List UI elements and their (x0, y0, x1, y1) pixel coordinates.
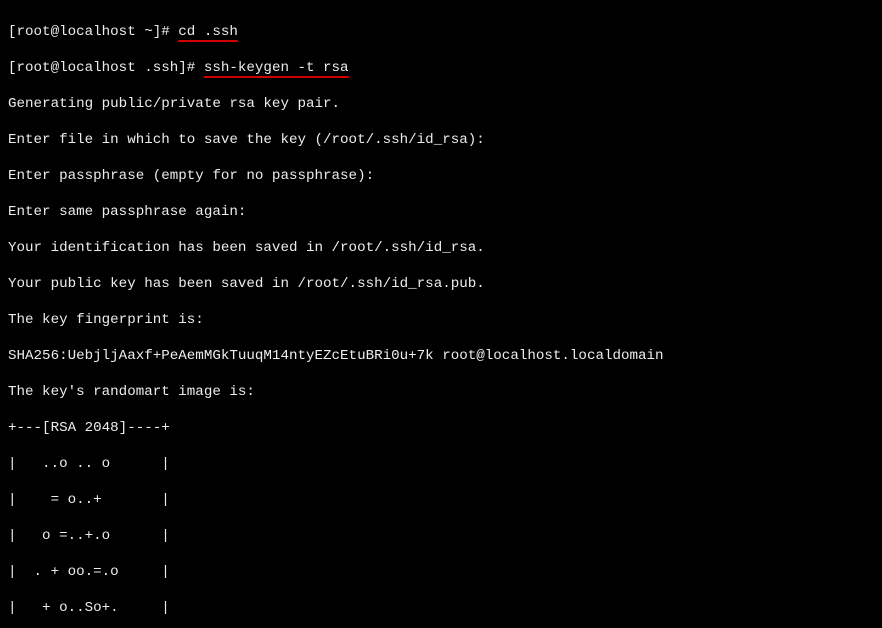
output: The key's randomart image is: (8, 383, 874, 401)
randomart: | ..o .. o | (8, 455, 874, 473)
line-cmd-keygen: [root@localhost .ssh]# ssh-keygen -t rsa (8, 59, 874, 77)
randomart: | . + oo.=.o | (8, 563, 874, 581)
output: The key fingerprint is: (8, 311, 874, 329)
prompt: [root@localhost .ssh]# (8, 60, 195, 76)
cmd-cd: cd .ssh (178, 24, 238, 40)
randomart: | = o..+ | (8, 491, 874, 509)
output: Your public key has been saved in /root/… (8, 275, 874, 293)
randomart: | o =..+.o | (8, 527, 874, 545)
randomart: +---[RSA 2048]----+ (8, 419, 874, 437)
output: Your identification has been saved in /r… (8, 239, 874, 257)
prompt: [root@localhost ~]# (8, 24, 170, 40)
output: Enter same passphrase again: (8, 203, 874, 221)
output: Generating public/private rsa key pair. (8, 95, 874, 113)
cmd-keygen: ssh-keygen -t rsa (204, 60, 349, 76)
output: Enter file in which to save the key (/ro… (8, 131, 874, 149)
output: SHA256:UebjljAaxf+PeAemMGkTuuqM14ntyEZcE… (8, 347, 874, 365)
output: Enter passphrase (empty for no passphras… (8, 167, 874, 185)
terminal[interactable]: [root@localhost ~]# cd .ssh [root@localh… (0, 0, 882, 628)
randomart: | + o..So+. | (8, 599, 874, 617)
line-cmd-cd: [root@localhost ~]# cd .ssh (8, 23, 874, 41)
